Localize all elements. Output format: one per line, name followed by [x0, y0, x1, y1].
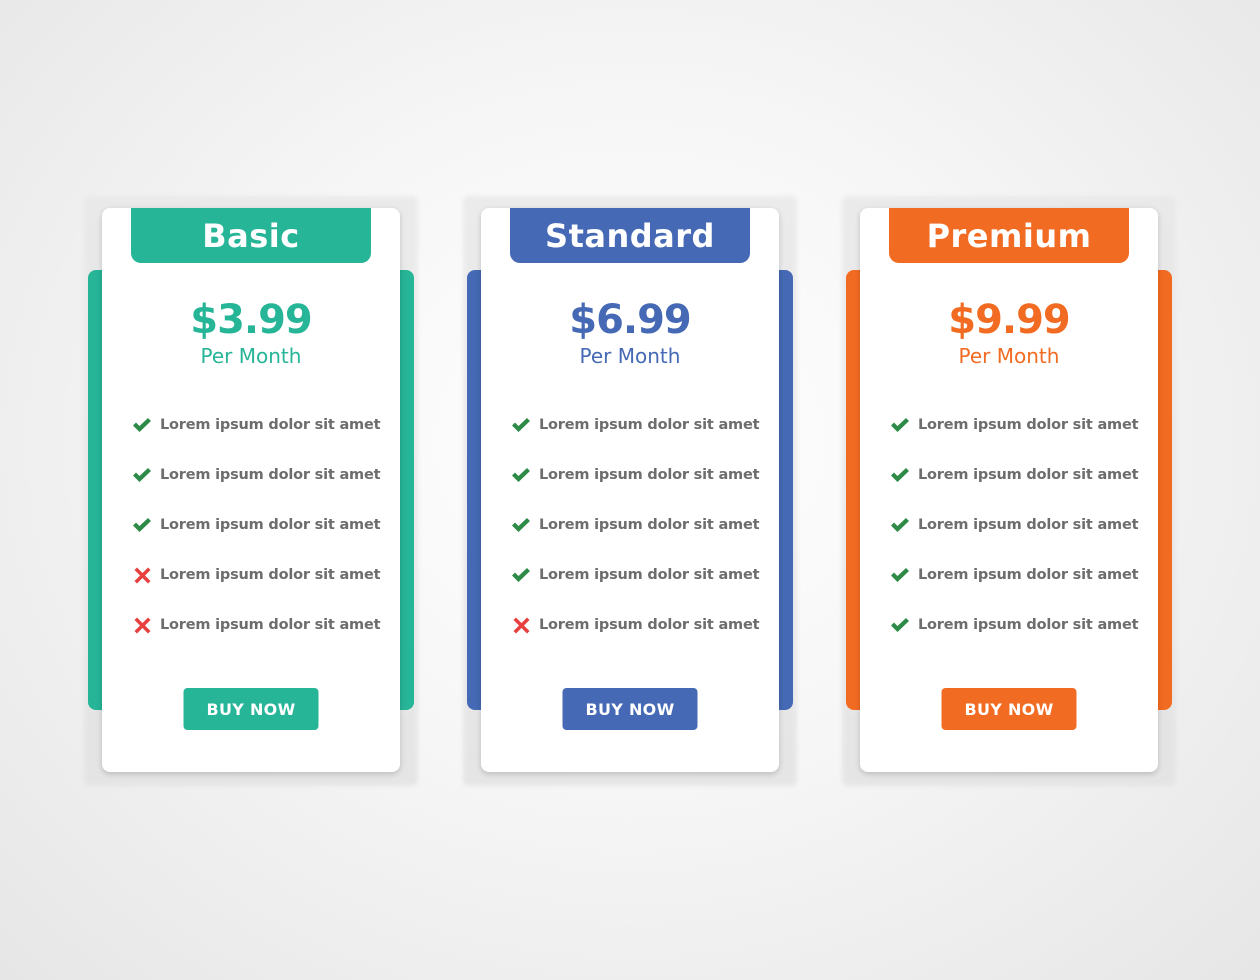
- feature-list: Lorem ipsum dolor sit amet Lorem ipsum d…: [890, 400, 1148, 650]
- check-icon: [890, 615, 910, 635]
- plan-card: Premium $9.99 Per Month Lorem ipsum dolo…: [860, 208, 1158, 772]
- feature-text: Lorem ipsum dolor sit amet: [539, 417, 760, 433]
- pricing-plan-standard: Standard $6.99 Per Month Lorem ipsum dol…: [463, 196, 797, 786]
- check-icon: [511, 415, 531, 435]
- plan-period: Per Month: [200, 344, 302, 368]
- check-icon: [511, 565, 531, 585]
- plan-card: Basic $3.99 Per Month Lorem ipsum dolor …: [102, 208, 400, 772]
- check-icon: [132, 515, 152, 535]
- feature-text: Lorem ipsum dolor sit amet: [160, 567, 381, 583]
- feature-text: Lorem ipsum dolor sit amet: [160, 417, 381, 433]
- feature-list: Lorem ipsum dolor sit amet Lorem ipsum d…: [511, 400, 769, 650]
- check-icon: [132, 465, 152, 485]
- plan-title: Basic: [131, 208, 371, 263]
- check-icon: [511, 465, 531, 485]
- feature-item: Lorem ipsum dolor sit amet: [890, 600, 1148, 650]
- plan-price: $6.99: [569, 297, 692, 343]
- feature-item: Lorem ipsum dolor sit amet: [132, 550, 390, 600]
- pricing-plan-premium: Premium $9.99 Per Month Lorem ipsum dolo…: [842, 196, 1176, 786]
- feature-item: Lorem ipsum dolor sit amet: [132, 600, 390, 650]
- check-icon: [890, 565, 910, 585]
- feature-item: Lorem ipsum dolor sit amet: [511, 550, 769, 600]
- check-icon: [890, 415, 910, 435]
- feature-text: Lorem ipsum dolor sit amet: [539, 517, 760, 533]
- plan-period: Per Month: [958, 344, 1060, 368]
- feature-text: Lorem ipsum dolor sit amet: [160, 617, 381, 633]
- feature-text: Lorem ipsum dolor sit amet: [918, 417, 1139, 433]
- feature-item: Lorem ipsum dolor sit amet: [890, 400, 1148, 450]
- feature-item: Lorem ipsum dolor sit amet: [511, 450, 769, 500]
- cross-icon: [132, 615, 152, 635]
- pricing-plan-basic: Basic $3.99 Per Month Lorem ipsum dolor …: [84, 196, 418, 786]
- feature-text: Lorem ipsum dolor sit amet: [918, 517, 1139, 533]
- buy-now-button[interactable]: BUY NOW: [183, 688, 319, 730]
- feature-item: Lorem ipsum dolor sit amet: [132, 450, 390, 500]
- feature-item: Lorem ipsum dolor sit amet: [511, 600, 769, 650]
- buy-now-button[interactable]: BUY NOW: [562, 688, 698, 730]
- feature-text: Lorem ipsum dolor sit amet: [918, 567, 1139, 583]
- plan-title: Premium: [889, 208, 1129, 263]
- feature-item: Lorem ipsum dolor sit amet: [890, 450, 1148, 500]
- check-icon: [511, 515, 531, 535]
- feature-text: Lorem ipsum dolor sit amet: [160, 467, 381, 483]
- plan-title: Standard: [510, 208, 750, 263]
- plan-card: Standard $6.99 Per Month Lorem ipsum dol…: [481, 208, 779, 772]
- plan-price: $3.99: [190, 297, 313, 343]
- feature-item: Lorem ipsum dolor sit amet: [132, 500, 390, 550]
- feature-list: Lorem ipsum dolor sit amet Lorem ipsum d…: [132, 400, 390, 650]
- feature-text: Lorem ipsum dolor sit amet: [539, 467, 760, 483]
- cross-icon: [132, 565, 152, 585]
- feature-text: Lorem ipsum dolor sit amet: [918, 467, 1139, 483]
- feature-text: Lorem ipsum dolor sit amet: [160, 517, 381, 533]
- feature-text: Lorem ipsum dolor sit amet: [539, 617, 760, 633]
- check-icon: [132, 415, 152, 435]
- feature-item: Lorem ipsum dolor sit amet: [890, 550, 1148, 600]
- feature-item: Lorem ipsum dolor sit amet: [890, 500, 1148, 550]
- feature-item: Lorem ipsum dolor sit amet: [511, 500, 769, 550]
- check-icon: [890, 465, 910, 485]
- plan-price: $9.99: [948, 297, 1071, 343]
- feature-text: Lorem ipsum dolor sit amet: [918, 617, 1139, 633]
- buy-now-button[interactable]: BUY NOW: [941, 688, 1077, 730]
- feature-item: Lorem ipsum dolor sit amet: [132, 400, 390, 450]
- feature-text: Lorem ipsum dolor sit amet: [539, 567, 760, 583]
- plan-period: Per Month: [579, 344, 681, 368]
- cross-icon: [511, 615, 531, 635]
- check-icon: [890, 515, 910, 535]
- feature-item: Lorem ipsum dolor sit amet: [511, 400, 769, 450]
